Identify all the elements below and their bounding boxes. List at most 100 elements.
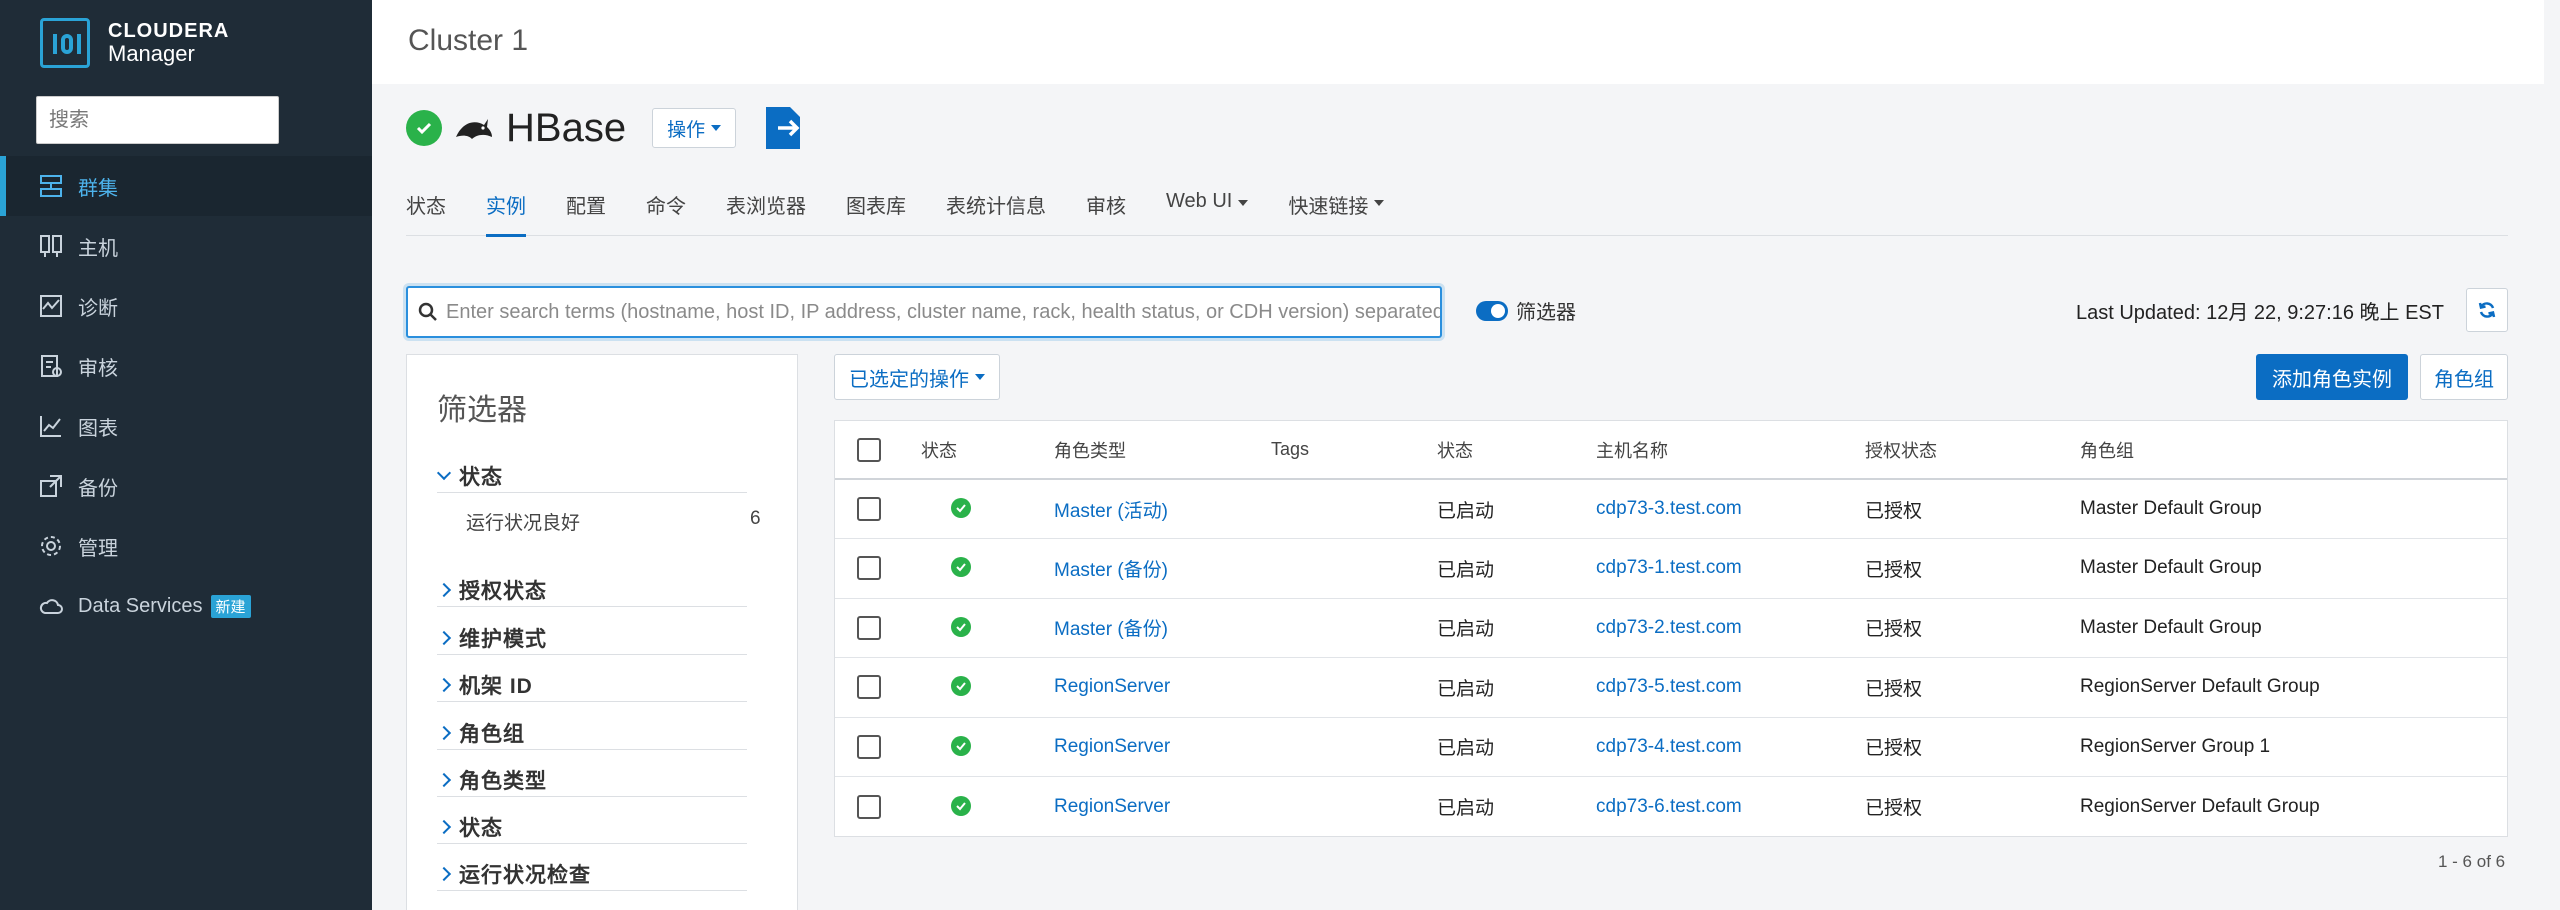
hostname-link[interactable]: cdp73-2.test.com — [1596, 617, 1742, 638]
sidebar-search-input[interactable] — [36, 96, 279, 144]
row-checkbox[interactable] — [857, 556, 881, 581]
tab-instances[interactable]: 实例 — [486, 178, 526, 237]
filter-option-good-health[interactable]: 运行状况良好 — [466, 508, 580, 535]
column-header-commission-state[interactable]: 授权状态 — [1865, 421, 2080, 480]
instance-search-box — [406, 286, 1442, 338]
row-checkbox[interactable] — [857, 615, 881, 640]
tags-cell — [1271, 479, 1437, 539]
role-group-cell: RegionServer Default Group — [2080, 795, 2320, 817]
filter-section-role-group[interactable]: 角色组 — [436, 716, 747, 750]
tab-status[interactable]: 状态 — [406, 178, 446, 236]
sidebar-item-hosts[interactable]: 主机 — [0, 216, 372, 276]
cluster-title[interactable]: Cluster 1 — [408, 24, 528, 58]
caret-down-icon — [1374, 200, 1385, 206]
hostname-link[interactable]: cdp73-4.test.com — [1596, 736, 1742, 757]
filter-section-health-tests[interactable]: 运行状况检查 — [436, 857, 747, 891]
sidebar-item-label: 主机 — [78, 237, 118, 260]
role-type-link[interactable]: RegionServer — [1054, 736, 1170, 757]
select-all-checkbox[interactable] — [857, 437, 881, 462]
role-type-link[interactable]: Master (备份) — [1054, 560, 1168, 581]
row-checkbox[interactable] — [857, 497, 881, 521]
filter-section-maintenance-mode[interactable]: 维护模式 — [436, 621, 747, 655]
tab-label: 状态 — [406, 196, 446, 218]
tab-table-statistics[interactable]: 表统计信息 — [946, 178, 1046, 236]
filter-panel-title: 筛选器 — [437, 394, 527, 427]
filter-section-role-type[interactable]: 角色类型 — [436, 763, 747, 797]
filter-section-rack-id[interactable]: 机架 ID — [436, 668, 747, 702]
role-group-cell: Master Default Group — [2080, 538, 2507, 599]
filter-section-status[interactable]: 状态 — [436, 459, 747, 493]
chevron-down-icon — [436, 465, 452, 480]
hostname-link[interactable]: cdp73-1.test.com — [1596, 557, 1742, 578]
health-good-icon — [951, 795, 971, 816]
table-row: RegionServer 已启动 cdp73-6.test.com 已授权 Re… — [835, 777, 2507, 837]
row-checkbox[interactable] — [857, 794, 881, 819]
filter-toggle[interactable]: 筛选器 — [1476, 296, 1576, 325]
sidebar-item-label: 备份 — [78, 477, 118, 500]
filter-section-label: 授权状态 — [459, 579, 547, 603]
sidebar-item-diagnostics[interactable]: 诊断 — [0, 276, 372, 336]
role-type-link[interactable]: Master (备份) — [1054, 619, 1168, 640]
sidebar-item-audit[interactable]: 审核 — [0, 336, 372, 396]
health-good-icon — [406, 110, 442, 146]
export-icon[interactable] — [764, 105, 806, 151]
tab-audit[interactable]: 审核 — [1086, 178, 1126, 236]
hosts-icon — [40, 235, 62, 257]
tab-label: 快速链接 — [1288, 196, 1369, 218]
instance-search-input[interactable] — [446, 300, 1440, 324]
tab-configuration[interactable]: 配置 — [566, 178, 606, 236]
sidebar-item-charts[interactable]: 图表 — [0, 396, 372, 456]
health-good-icon — [951, 498, 971, 518]
tab-table-browser[interactable]: 表浏览器 — [726, 178, 806, 236]
column-header-state[interactable]: 状态 — [1437, 421, 1596, 480]
chevron-right-icon — [436, 866, 452, 881]
column-header-role-group[interactable]: 角色组 — [2080, 421, 2507, 480]
row-checkbox[interactable] — [857, 734, 881, 759]
tab-commands[interactable]: 命令 — [646, 178, 686, 236]
charts-icon — [40, 416, 61, 437]
role-groups-button[interactable]: 角色组 — [2420, 354, 2508, 400]
instances-table: 状态 角色类型 Tags 状态 主机名称 授权状态 角色组 Master (活动… — [834, 420, 2508, 837]
sidebar-item-backup[interactable]: 备份 — [0, 456, 372, 516]
selected-actions-dropdown[interactable]: 已选定的操作 — [834, 354, 1000, 400]
sidebar-item-data-services[interactable]: Data Services 新建 — [0, 576, 372, 636]
cloudera-logo[interactable]: CLOUDERA Manager — [40, 18, 229, 68]
filter-section-label: 机架 ID — [459, 674, 533, 698]
sidebar-item-clusters[interactable]: 群集 — [0, 156, 372, 216]
role-type-link[interactable]: Master (活动) — [1054, 501, 1168, 522]
sidebar-item-admin[interactable]: 管理 — [0, 516, 372, 576]
health-good-icon — [951, 676, 971, 697]
chevron-right-icon — [436, 772, 452, 787]
caret-down-icon — [1238, 200, 1249, 206]
table-row: Master (备份) 已启动 cdp73-2.test.com 已授权 Mas… — [835, 598, 2507, 658]
refresh-icon — [2478, 302, 2496, 318]
filter-section-state[interactable]: 状态 — [436, 810, 747, 844]
refresh-button[interactable] — [2466, 288, 2508, 332]
column-header-tags[interactable]: Tags — [1271, 421, 1437, 480]
column-header-status[interactable]: 状态 — [921, 421, 1054, 480]
hostname-link[interactable]: cdp73-3.test.com — [1596, 498, 1742, 519]
hostname-link[interactable]: cdp73-5.test.com — [1596, 676, 1742, 697]
tab-chart-library[interactable]: 图表库 — [846, 178, 906, 236]
filter-toggle-switch[interactable] — [1476, 300, 1508, 321]
role-type-link[interactable]: RegionServer — [1054, 676, 1170, 697]
tab-web-ui[interactable]: Web UI — [1166, 178, 1249, 236]
tags-cell — [1271, 777, 1437, 837]
filter-section-commission-state[interactable]: 授权状态 — [436, 573, 747, 607]
service-tabs: 状态 实例 配置 命令 表浏览器 图表库 表统计信息 审核 Web UI 快速链… — [406, 178, 2508, 237]
tab-label: 配置 — [566, 196, 606, 218]
filter-section-label: 角色组 — [459, 722, 525, 746]
role-type-link[interactable]: RegionServer — [1054, 796, 1170, 817]
row-checkbox[interactable] — [857, 675, 881, 700]
cloud-icon — [39, 599, 63, 614]
service-actions-dropdown[interactable]: 操作 — [652, 108, 737, 148]
tab-quick-links[interactable]: 快速链接 — [1288, 178, 1385, 236]
add-role-instances-button[interactable]: 添加角色实例 — [2256, 354, 2408, 400]
column-header-hostname[interactable]: 主机名称 — [1596, 421, 1865, 480]
hostname-link[interactable]: cdp73-6.test.com — [1596, 796, 1742, 817]
topbar: Cluster 1 — [372, 0, 2544, 84]
page-scrollbar[interactable] — [2544, 0, 2560, 910]
column-header-role-type[interactable]: 角色类型 — [1054, 421, 1271, 480]
tab-label: 实例 — [486, 196, 526, 218]
state-cell: 已启动 — [1437, 798, 1495, 819]
